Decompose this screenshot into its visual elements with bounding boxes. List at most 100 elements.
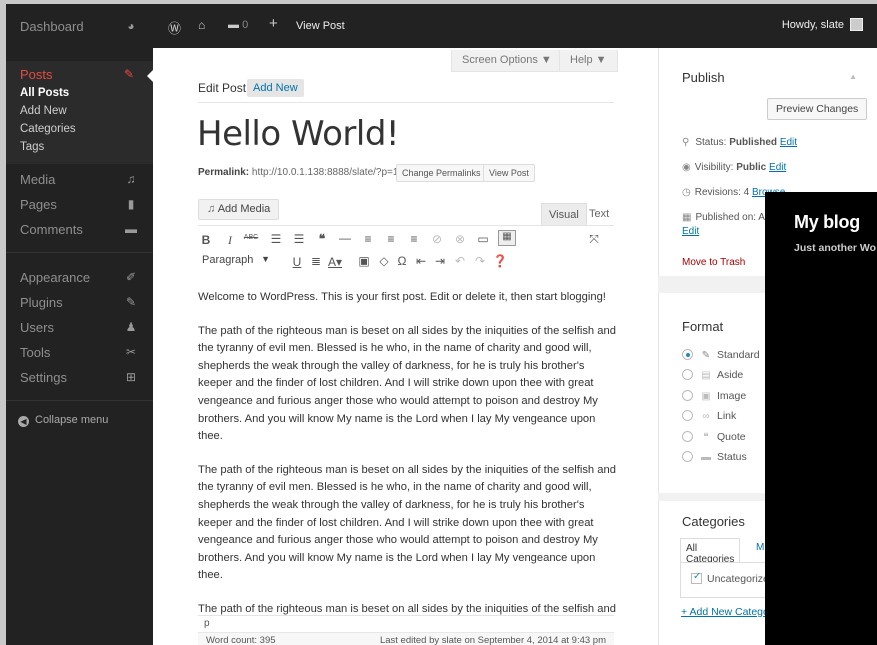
paragraph-format-select[interactable]: Paragraph ▼ xyxy=(198,253,276,270)
menu-appearance[interactable]: Appearance ✐ xyxy=(6,267,153,289)
submenu-categories[interactable]: Categories xyxy=(20,123,76,135)
edit-date-link[interactable]: Edit xyxy=(682,226,699,237)
tab-visual[interactable]: Visual xyxy=(541,203,587,226)
menu-comments[interactable]: Comments ▬ xyxy=(6,219,153,241)
menu-posts-label: Posts xyxy=(20,67,53,82)
bullet-list-icon[interactable]: ☰ xyxy=(268,232,284,246)
menu-plugins[interactable]: Plugins ✎ xyxy=(6,292,153,314)
collapse-toggle-icon[interactable]: ▲ xyxy=(849,72,857,81)
site-preview-overlay[interactable]: My blog Just another Wo xyxy=(765,192,877,645)
indent-icon[interactable]: ⇥ xyxy=(432,254,448,268)
align-right-icon[interactable]: ≡ xyxy=(406,232,422,246)
align-left-icon[interactable]: ≡ xyxy=(360,232,376,246)
categories-box-title: Categories xyxy=(682,514,745,529)
add-new-post-button[interactable]: Add New xyxy=(247,79,304,97)
tab-text[interactable]: Text xyxy=(582,203,616,226)
comments-bubble-icon[interactable]: ▬ 0 xyxy=(228,19,248,31)
dashboard-icon: ◕ xyxy=(127,19,135,33)
format-option-image[interactable]: ▣ Image xyxy=(682,390,746,402)
screen-options-button[interactable]: Screen Options ▼ xyxy=(451,50,563,72)
menu-media[interactable]: Media ♫ xyxy=(6,169,153,191)
home-icon[interactable]: ⌂ xyxy=(198,18,205,32)
numbered-list-icon[interactable]: ☰ xyxy=(291,232,307,246)
published-on-label: Published on: A xyxy=(695,212,765,223)
post-title-input[interactable]: Hello World! xyxy=(197,114,400,154)
edit-status-link[interactable]: Edit xyxy=(780,137,797,148)
menu-users[interactable]: Users ♟ xyxy=(6,317,153,339)
format-option-aside[interactable]: ▤ Aside xyxy=(682,369,743,381)
radio[interactable] xyxy=(682,431,693,442)
status-row: ⚲ Status: Published Edit xyxy=(682,137,797,148)
bold-icon[interactable]: B xyxy=(198,233,214,247)
change-permalinks-button[interactable]: Change Permalinks xyxy=(396,164,487,182)
read-more-icon[interactable]: ▭ xyxy=(475,232,491,246)
wordpress-logo-icon[interactable]: Ⓦ xyxy=(168,18,181,37)
add-media-button[interactable]: ♫ Add Media xyxy=(198,199,280,220)
pages-icon: ▮ xyxy=(127,197,135,211)
paste-as-text-icon[interactable]: ▣ xyxy=(356,254,372,268)
submenu-tags[interactable]: Tags xyxy=(20,141,44,153)
fullscreen-icon[interactable]: ⤧ xyxy=(586,232,602,247)
wrench-icon: ✂ xyxy=(125,345,137,359)
text-color-icon[interactable]: A▾ xyxy=(327,255,343,269)
edit-visibility-link[interactable]: Edit xyxy=(769,162,786,173)
menu-tools-label: Tools xyxy=(20,345,51,360)
italic-icon[interactable]: I xyxy=(222,233,238,248)
move-to-trash-link[interactable]: Move to Trash xyxy=(682,257,745,268)
menu-settings[interactable]: Settings ⊞ xyxy=(6,367,153,389)
settings-icon: ⊞ xyxy=(125,370,137,384)
howdy-user-link[interactable]: Howdy, slate xyxy=(782,19,844,31)
redo-icon[interactable]: ↷ xyxy=(472,254,488,268)
radio[interactable] xyxy=(682,410,693,421)
format-option-standard[interactable]: ✎ Standard xyxy=(682,349,760,361)
unlink-icon[interactable]: ⊗ xyxy=(452,232,468,246)
toolbar-toggle-icon[interactable]: ▦ xyxy=(498,230,516,246)
permalink-url[interactable]: http://10.0.1.138:8888/slate/?p=1 xyxy=(252,167,399,178)
clear-formatting-icon[interactable]: ◇ xyxy=(376,254,392,268)
adminbar-view-post-link[interactable]: View Post xyxy=(296,20,345,32)
justify-icon[interactable]: ≣ xyxy=(308,254,324,268)
format-box-title: Format xyxy=(682,319,724,334)
post-status-info: Word count: 395 Last edited by slate on … xyxy=(198,632,614,645)
strikethrough-icon[interactable]: ABC xyxy=(243,234,259,241)
word-count: Word count: 395 xyxy=(206,635,276,645)
publish-box-title: Publish xyxy=(682,70,725,85)
category-checkbox[interactable] xyxy=(691,571,702,584)
last-edited-info: Last edited by slate on September 4, 201… xyxy=(379,635,606,645)
plus-icon[interactable]: + xyxy=(269,15,278,32)
divider xyxy=(198,102,614,103)
help-button[interactable]: Help ▼ xyxy=(559,50,618,72)
submenu-all-posts[interactable]: All Posts xyxy=(20,87,69,99)
submenu-add-new[interactable]: Add New xyxy=(20,105,67,117)
published-on-row: ▦ Published on: A xyxy=(682,212,765,223)
format-option-quote[interactable]: ❝ Quote xyxy=(682,431,746,443)
special-character-icon[interactable]: Ω xyxy=(394,254,410,268)
format-option-link[interactable]: ∞ Link xyxy=(682,410,736,422)
link-icon[interactable]: ⊘ xyxy=(429,232,445,246)
element-path: p xyxy=(204,618,210,629)
add-new-category-link[interactable]: + Add New Catego xyxy=(681,606,769,618)
help-circle-icon[interactable]: ❓ xyxy=(492,254,508,268)
menu-tools[interactable]: Tools ✂ xyxy=(6,342,153,364)
menu-dashboard[interactable]: Dashboard ◕ xyxy=(6,16,153,38)
outdent-icon[interactable]: ⇤ xyxy=(413,254,429,268)
editor-content-area[interactable]: Welcome to WordPress. This is your first… xyxy=(198,289,618,615)
radio[interactable] xyxy=(682,369,693,380)
format-option-status[interactable]: ▬ Status xyxy=(682,451,747,463)
align-center-icon[interactable]: ≡ xyxy=(383,232,399,246)
avatar[interactable] xyxy=(850,18,863,31)
radio[interactable] xyxy=(682,390,693,401)
undo-icon[interactable]: ↶ xyxy=(452,254,468,268)
view-post-button[interactable]: View Post xyxy=(483,164,535,182)
underline-icon[interactable]: U xyxy=(289,255,305,269)
link-icon: ∞ xyxy=(702,411,710,422)
radio[interactable] xyxy=(682,451,693,462)
menu-pages[interactable]: Pages ▮ xyxy=(6,194,153,216)
collapse-menu-button[interactable]: ◀ Collapse menu xyxy=(18,414,108,427)
menu-posts[interactable]: Posts ✎ All Posts Add New Categories Tag… xyxy=(6,61,153,164)
preview-changes-button[interactable]: Preview Changes xyxy=(767,98,868,120)
horizontal-line-icon[interactable]: — xyxy=(337,231,353,245)
radio-selected[interactable] xyxy=(682,349,693,360)
blockquote-icon[interactable]: ❝ xyxy=(314,232,330,246)
category-item[interactable]: Uncategorize xyxy=(691,571,769,585)
